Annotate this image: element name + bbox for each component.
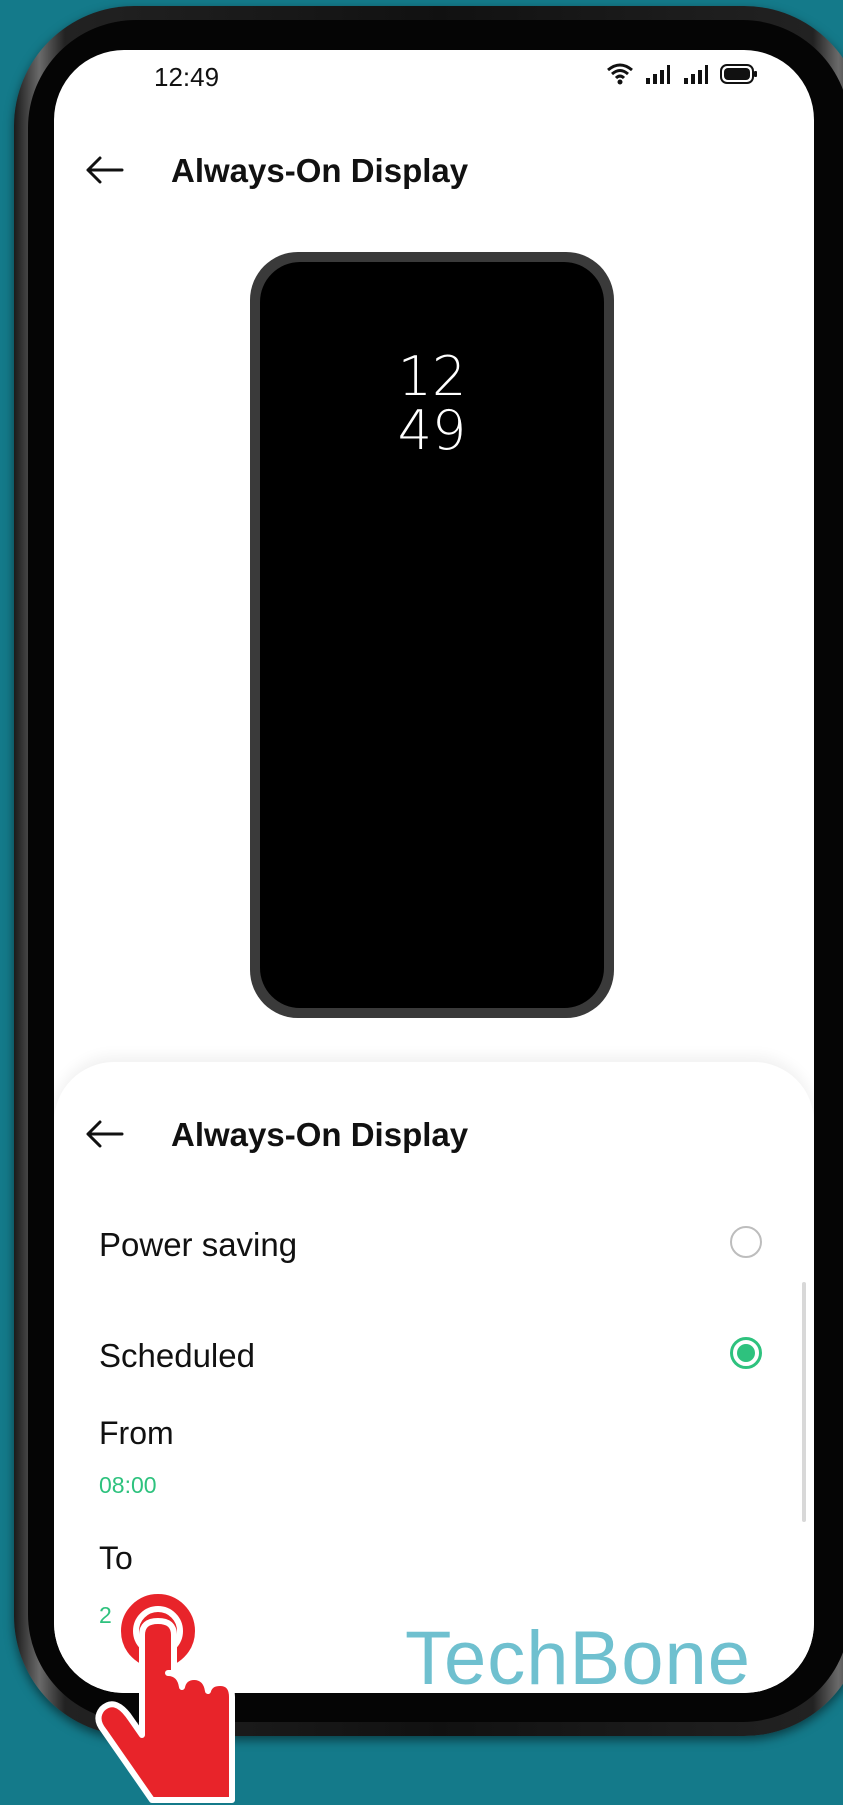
scrollbar[interactable]: [802, 1282, 806, 1522]
signal-icon: [684, 65, 708, 84]
aod-preview: 12 49: [250, 252, 614, 1018]
phone-screen: 12:49 Always-On Display 12 49 Always-On …: [54, 50, 814, 1693]
status-icons: [606, 62, 758, 86]
radio-scheduled[interactable]: [730, 1337, 762, 1369]
radio-power-saving[interactable]: [730, 1226, 762, 1258]
from-label: From: [99, 1415, 174, 1451]
option-scheduled[interactable]: Scheduled: [54, 1315, 814, 1395]
back-arrow-icon: [86, 1120, 124, 1148]
watermark: TechBone: [405, 1616, 752, 1701]
from-value: 08:00: [99, 1472, 157, 1498]
option-label: Scheduled: [99, 1337, 255, 1374]
aod-clock-minutes: 49: [397, 399, 467, 462]
aod-preview-screen: 12 49: [260, 262, 604, 1008]
option-label: Power saving: [99, 1226, 298, 1263]
aod-clock: 12 49: [260, 350, 604, 458]
status-time: 12:49: [154, 62, 220, 92]
page-title: Always-On Display: [171, 152, 469, 189]
option-power-saving[interactable]: Power saving: [54, 1204, 814, 1284]
signal-icon: [646, 65, 670, 84]
back-button[interactable]: [82, 148, 126, 192]
back-arrow-icon: [86, 156, 124, 184]
tap-hand-icon: [95, 1588, 235, 1803]
sheet-title: Always-On Display: [171, 1116, 469, 1153]
top-header: Always-On Display: [54, 140, 814, 200]
aod-clock-hours: 12: [397, 345, 467, 408]
battery-icon: [720, 64, 757, 84]
sheet-header: Always-On Display: [54, 1104, 814, 1164]
sheet-back-button[interactable]: [82, 1112, 126, 1156]
wifi-icon: [607, 63, 633, 85]
to-label: To: [99, 1540, 133, 1576]
